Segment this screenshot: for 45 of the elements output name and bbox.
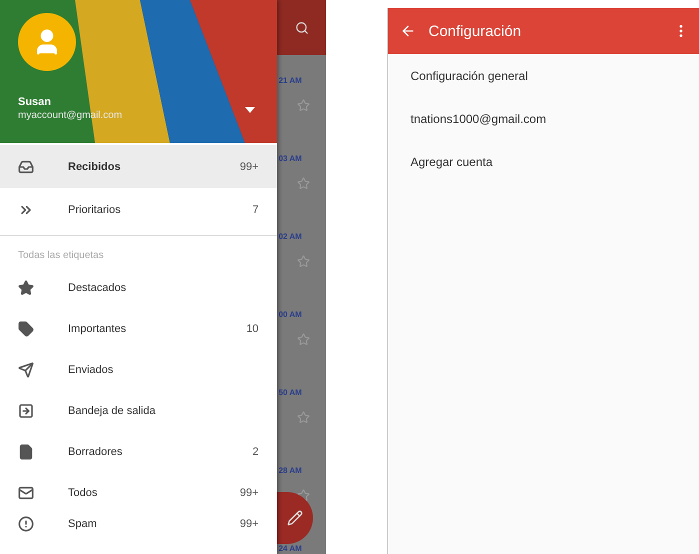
item-count: 99+ (240, 486, 259, 498)
inbox-icon (18, 158, 34, 174)
drawer-item[interactable]: Bandeja de salida (0, 390, 277, 431)
mail-time: 28 AM (278, 466, 303, 475)
item-count: 2 (252, 446, 259, 458)
star-icon[interactable] (296, 333, 310, 346)
settings-item[interactable]: Configuración general (388, 54, 699, 97)
arrow-square-icon (18, 402, 34, 418)
mail-time: 21 AM (278, 76, 303, 85)
item-count: 99+ (240, 160, 259, 172)
item-count: 7 (252, 204, 259, 216)
pencil-icon (286, 510, 303, 526)
settings-item[interactable]: tnations1000@gmail.com (388, 97, 699, 140)
envelope-icon (18, 484, 34, 500)
settings-item[interactable]: Agregar cuenta (388, 140, 699, 183)
section-heading: Todas las etiquetas (17, 249, 105, 263)
mail-time: 50 AM (278, 388, 303, 397)
item-count: 10 (246, 322, 259, 334)
drawer-item[interactable]: Spam 99+ (0, 513, 277, 535)
drawer-item[interactable]: Importantes 10 (0, 308, 277, 349)
dropdown-icon[interactable] (244, 107, 255, 113)
star-icon[interactable] (296, 177, 310, 190)
mail-time: 00 AM (278, 310, 303, 319)
item-count: 99+ (240, 518, 259, 530)
tag-icon (18, 320, 34, 336)
drawer-item[interactable]: Prioritarios 7 (0, 188, 277, 231)
drawer-item[interactable]: Todos 99+ (0, 472, 277, 513)
star-icon[interactable] (296, 255, 310, 268)
mail-time: 03 AM (278, 154, 303, 163)
search-icon[interactable] (294, 20, 309, 34)
screen-title: Configuración (428, 22, 522, 40)
star-icon[interactable] (296, 411, 310, 424)
send-icon (18, 362, 34, 378)
compose-button[interactable] (276, 492, 313, 544)
drawer-item[interactable]: Enviados (0, 349, 277, 390)
account-name: Susan (18, 96, 52, 108)
drawer-item[interactable]: Recibidos 99+ (0, 145, 277, 188)
star-icon[interactable] (296, 99, 310, 112)
document-icon (18, 444, 34, 460)
mail-time: 02 AM (278, 232, 303, 241)
alert-icon (18, 516, 34, 532)
mail-time: 24 AM (278, 544, 303, 553)
drawer-item[interactable]: Borradores 2 (0, 431, 277, 472)
star-icon (18, 280, 34, 296)
drawer-item[interactable]: Destacados (0, 267, 277, 308)
